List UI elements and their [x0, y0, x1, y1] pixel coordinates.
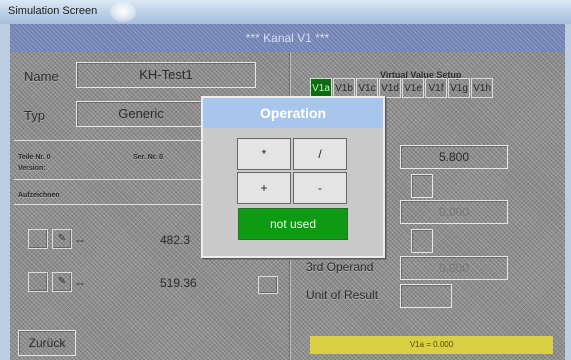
row2-value: 519.36 [160, 276, 197, 290]
not-used-button[interactable]: not used [238, 208, 348, 240]
third-operand-field[interactable]: 0.000 [400, 256, 508, 280]
operation-dialog: Operation * / + - not used [201, 96, 385, 258]
version-label: Version: [18, 165, 46, 172]
titlebar-glare [110, 2, 136, 22]
back-button[interactable]: Zurück [18, 330, 76, 356]
tab-v1h[interactable]: V1h [471, 78, 493, 98]
simulation-window: Simulation Screen *** Kanal V1 *** Name … [0, 0, 571, 360]
third-operand-label: 3rd Operand [306, 260, 374, 274]
value-field-2[interactable]: 0.000 [400, 200, 508, 224]
record-label: Aufzeichnen [18, 192, 60, 199]
row1-value: 482.3 [160, 233, 191, 247]
record-checkbox-2[interactable] [28, 272, 48, 292]
unit-of-result-label: Unit of Result [306, 288, 379, 302]
channel-title: *** Kanal V1 *** [245, 31, 330, 45]
window-left-border [0, 24, 10, 360]
row2-dash: -- [76, 276, 84, 290]
add-button[interactable]: + [237, 172, 291, 204]
window-titlebar: Simulation Screen [0, 0, 571, 24]
subtract-button[interactable]: - [293, 172, 347, 204]
name-field[interactable]: KH-Test1 [76, 62, 256, 88]
tab-v1c[interactable]: V1c [356, 78, 378, 98]
row1-dash: -- [76, 233, 84, 247]
unit-of-result-field[interactable] [400, 284, 452, 308]
channel-header: *** Kanal V1 *** [10, 24, 565, 52]
typ-label: Typ [24, 108, 45, 123]
multiply-button[interactable]: * [237, 138, 291, 170]
result-status-bar: V1a = 0.000 [310, 336, 553, 354]
operation-dialog-title: Operation [203, 98, 383, 128]
tab-v1a[interactable]: V1a [310, 78, 332, 98]
tab-v1d[interactable]: V1d [379, 78, 401, 98]
row2-action-button[interactable] [258, 276, 278, 294]
value-field-1[interactable]: 5.800 [400, 145, 508, 169]
typ-field[interactable]: Generic [76, 101, 206, 127]
serial-number: Ser. Nr. 0 [133, 154, 163, 161]
record-checkbox-1[interactable] [28, 229, 48, 249]
unit-field-1[interactable] [411, 174, 433, 198]
tab-v1g[interactable]: V1g [448, 78, 470, 98]
part-number: Teile Nr. 0 [18, 154, 51, 161]
edit-pen-icon[interactable]: ✎ [52, 229, 72, 249]
divide-button[interactable]: / [293, 138, 347, 170]
window-title: Simulation Screen [8, 5, 98, 17]
operator-field[interactable] [411, 229, 433, 253]
window-right-border [565, 24, 571, 360]
tab-v1b[interactable]: V1b [333, 78, 355, 98]
tab-v1f[interactable]: V1f [425, 78, 447, 98]
name-label: Name [24, 69, 59, 84]
edit-pen-icon[interactable]: ✎ [52, 272, 72, 292]
tab-v1e[interactable]: V1e [402, 78, 424, 98]
